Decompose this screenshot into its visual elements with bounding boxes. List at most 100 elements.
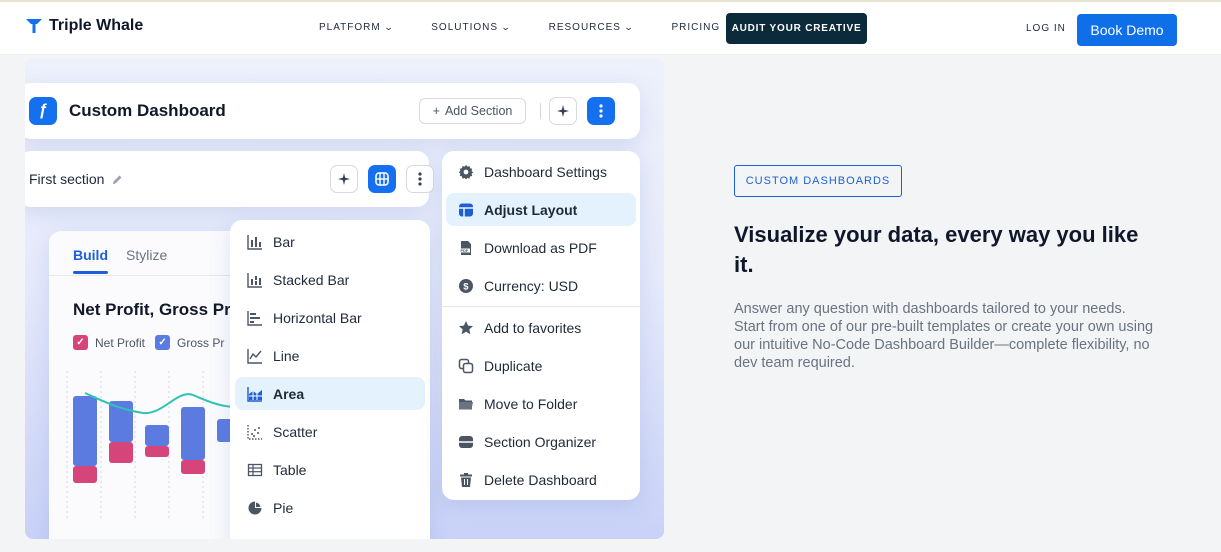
table-icon	[247, 462, 263, 478]
checkbox-checked-icon[interactable]: ✓	[155, 335, 171, 350]
chevron-down-icon: ⌄	[500, 22, 512, 32]
divider	[540, 103, 541, 119]
nav-pricing[interactable]: PRICING	[672, 22, 721, 33]
checkbox-checked-icon[interactable]: ✓	[73, 335, 88, 350]
bar-net	[181, 460, 205, 474]
bar-gross	[181, 407, 205, 460]
dashboard-title: Custom Dashboard	[69, 101, 226, 120]
menu-label: Duplicate	[484, 357, 543, 374]
legend-item-net-profit[interactable]: ✓ Net Profit	[73, 335, 145, 350]
section-more-button[interactable]	[406, 165, 434, 193]
bar-gross	[73, 396, 97, 466]
section-headline: Visualize your data, every way you like …	[734, 222, 1139, 277]
layout-icon	[458, 202, 474, 218]
chart-type-line[interactable]: Line	[235, 339, 425, 372]
chevron-down-icon: ⌄	[383, 22, 395, 32]
menu-label: Currency: USD	[484, 277, 579, 294]
bar-chart-icon	[247, 234, 263, 250]
chart-type-table[interactable]: Table	[235, 453, 425, 486]
chart-type-menu: Bar Stacked Bar Horizontal Bar Line Area…	[230, 220, 430, 539]
dashboard-header: ƒ Custom Dashboard + Add Section	[25, 83, 640, 139]
chart-type-bar[interactable]: Bar	[235, 225, 425, 258]
chart-type-area[interactable]: Area	[235, 377, 425, 410]
pie-icon	[247, 500, 263, 516]
chart-type-label: Line	[273, 347, 300, 364]
trash-icon	[458, 472, 474, 488]
svg-text:PDF: PDF	[461, 249, 469, 253]
tab-stylize[interactable]: Stylize	[126, 247, 167, 263]
chart-legend: ✓ Net Profit ✓ Gross Pr	[73, 335, 224, 350]
section-header: First section	[25, 151, 434, 207]
chart-type-pie[interactable]: Pie	[235, 491, 425, 524]
add-section-label: Add Section	[444, 104, 513, 118]
top-nav: Triple Whale PLATFORM ⌄ SOLUTIONS ⌄ RESOUR…	[0, 0, 1221, 55]
ai-sparkle-button[interactable]	[549, 97, 577, 125]
chart-type-scatter[interactable]: Scatter	[235, 415, 425, 448]
menu-divider	[442, 306, 640, 307]
bar-net	[109, 442, 133, 463]
legend-label: Net Profit	[95, 335, 146, 350]
menu-currency[interactable]: $ Currency: USD	[446, 269, 636, 302]
sparkle-icon	[557, 105, 569, 117]
chart-type-stacked-bar[interactable]: Stacked Bar	[235, 263, 425, 296]
chart-type-label: Horizontal Bar	[273, 309, 362, 326]
stacked-bar-icon	[247, 272, 263, 288]
kebab-icon	[418, 172, 422, 186]
nav-solutions[interactable]: SOLUTIONS ⌄	[431, 22, 510, 33]
section-title[interactable]: First section	[29, 171, 123, 187]
line-chart-icon	[247, 348, 263, 364]
folder-icon	[458, 396, 474, 412]
menu-label: Add to favorites	[484, 319, 582, 336]
nav-platform[interactable]: PLATFORM ⌄	[319, 22, 393, 33]
menu-dashboard-settings[interactable]: Dashboard Settings	[446, 155, 636, 188]
nav-links: PLATFORM ⌄ SOLUTIONS ⌄ RESOURCES ⌄ PRICING	[319, 22, 758, 33]
brand-logo[interactable]: Triple Whale	[26, 17, 143, 35]
nav-resources[interactable]: RESOURCES ⌄	[549, 22, 634, 33]
menu-label: Adjust Layout	[484, 201, 578, 218]
chart-type-label: Scatter	[273, 423, 318, 440]
menu-duplicate[interactable]: Duplicate	[446, 349, 636, 382]
book-demo-button[interactable]: Book Demo	[1077, 14, 1177, 46]
menu-adjust-layout[interactable]: Adjust Layout	[446, 193, 636, 226]
area-chart-icon	[247, 386, 263, 402]
product-preview: ƒ Custom Dashboard + Add Section First s…	[25, 58, 664, 539]
dashboard-more-button[interactable]	[587, 97, 615, 125]
section-chart-type-button[interactable]	[368, 165, 396, 193]
grid-icon	[375, 172, 389, 186]
chevron-down-icon: ⌄	[623, 22, 635, 32]
duplicate-icon	[458, 358, 474, 374]
currency-icon: $	[458, 278, 474, 294]
section-ai-button[interactable]	[330, 165, 358, 193]
tab-build[interactable]: Build	[73, 247, 108, 274]
pencil-icon[interactable]	[112, 174, 123, 185]
menu-label: Dashboard Settings	[484, 163, 607, 180]
section-badge: CUSTOM DASHBOARDS	[734, 165, 902, 197]
menu-label: Section Organizer	[484, 433, 597, 450]
chart-type-label: Bar	[273, 233, 295, 250]
audit-creative-button[interactable]: AUDIT YOUR CREATIVE	[726, 13, 867, 44]
chart-type-label: Table	[273, 461, 307, 478]
dashboard-logo-icon: ƒ	[29, 97, 57, 125]
legend-item-gross-profit[interactable]: ✓ Gross Pr	[155, 335, 224, 350]
menu-delete-dashboard[interactable]: Delete Dashboard	[446, 463, 636, 496]
chart-type-label: Stacked Bar	[273, 271, 350, 288]
menu-add-favorites[interactable]: Add to favorites	[446, 311, 636, 344]
chart-type-horizontal-bar[interactable]: Horizontal Bar	[235, 301, 425, 334]
pdf-icon: PDF	[458, 240, 474, 256]
whale-tail-icon	[26, 19, 42, 33]
dashboard-settings-menu: Dashboard Settings Adjust Layout PDF Dow…	[442, 151, 640, 500]
organizer-icon	[458, 434, 474, 450]
kebab-icon	[599, 104, 603, 118]
widget-metric-title: Net Profit, Gross Pr	[73, 300, 231, 319]
horizontal-bar-icon	[247, 310, 263, 326]
menu-section-organizer[interactable]: Section Organizer	[446, 425, 636, 458]
login-link[interactable]: LOG IN	[1026, 23, 1066, 34]
menu-move-folder[interactable]: Move to Folder	[446, 387, 636, 420]
scatter-icon	[247, 424, 263, 440]
section-title-label: First section	[29, 171, 105, 187]
add-section-button[interactable]: + Add Section	[419, 98, 526, 124]
menu-download-pdf[interactable]: PDF Download as PDF	[446, 231, 636, 264]
bar-net	[145, 446, 169, 457]
sparkle-icon	[338, 173, 350, 185]
chart-type-label: Area	[273, 385, 305, 402]
